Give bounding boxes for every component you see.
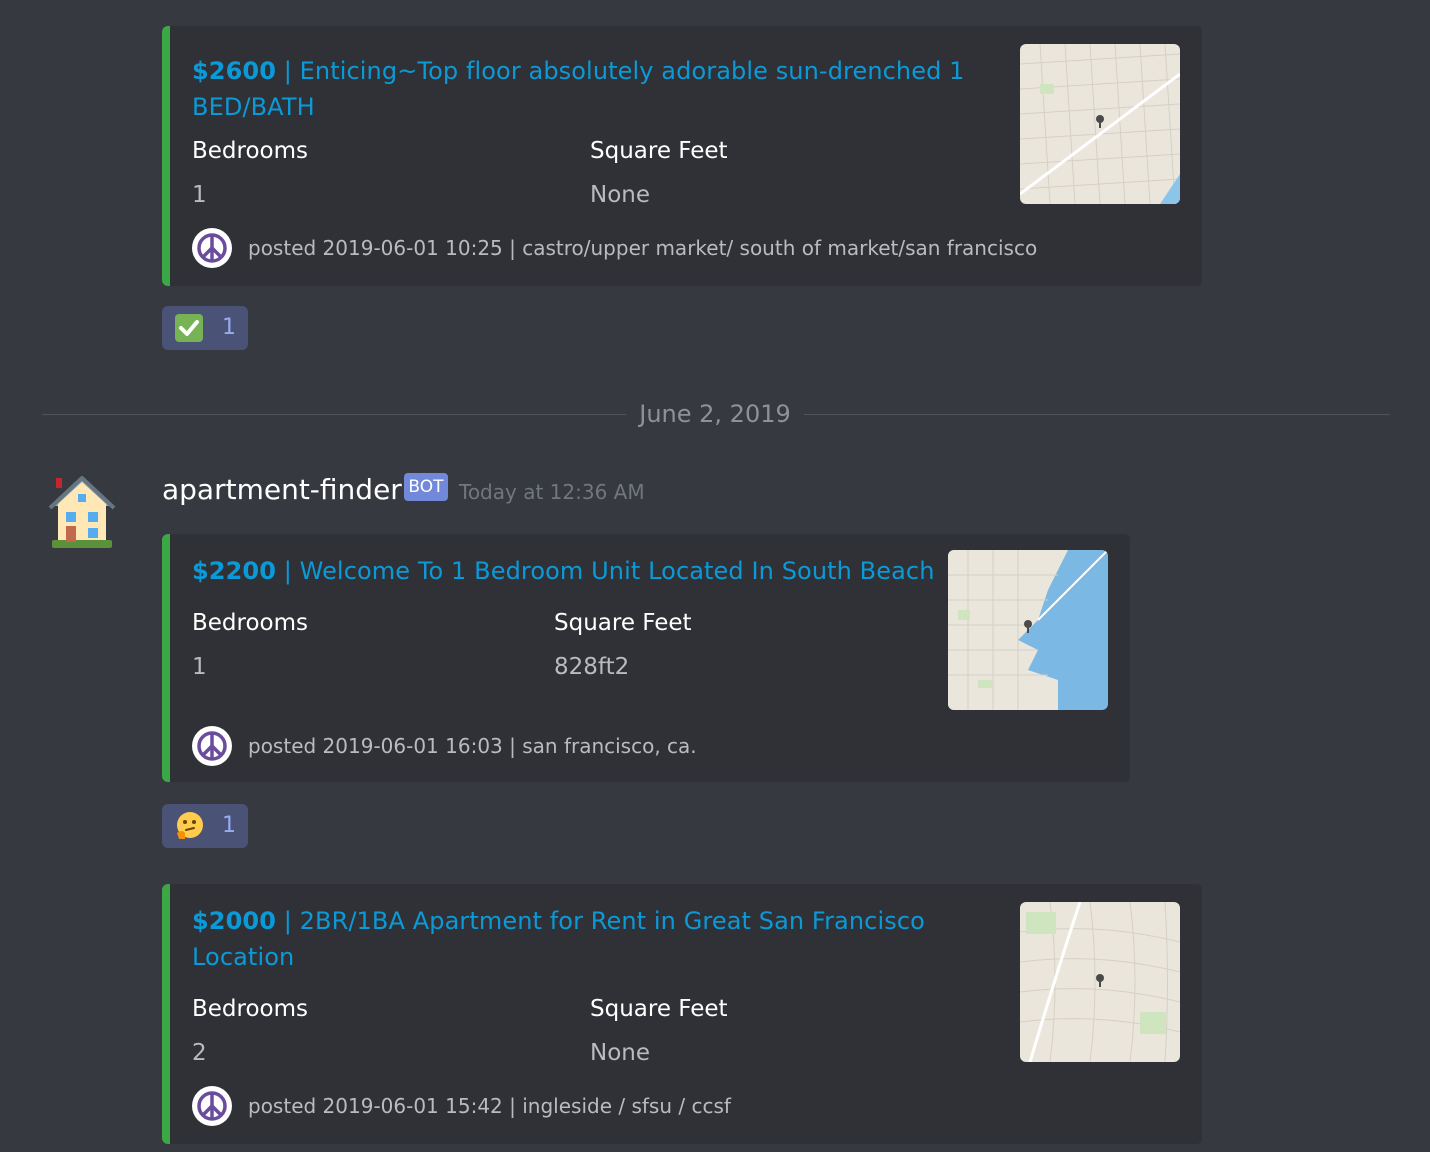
reaction-count: 1 <box>222 315 236 340</box>
listing-title-text[interactable]: | Welcome To 1 Bedroom Unit Located In S… <box>276 557 935 585</box>
bedrooms-value: 1 <box>192 654 207 680</box>
reaction-check[interactable]: 1 <box>162 306 248 350</box>
listing-footer: posted 2019-06-01 16:03 | san francisco,… <box>248 734 697 758</box>
map-thumbnail[interactable] <box>1020 44 1180 204</box>
listing-embed-2: $2200 | Welcome To 1 Bedroom Unit Locate… <box>162 534 1130 782</box>
listing-price[interactable]: $2000 <box>192 907 276 935</box>
sqft-value: None <box>590 1040 651 1066</box>
listing-title-text[interactable]: | 2BR/1BA Apartment for Rent in Great Sa… <box>276 907 925 935</box>
listing-price[interactable]: $2200 <box>192 557 276 585</box>
username[interactable]: apartment-finder <box>162 472 402 508</box>
listing-footer: posted 2019-06-01 10:25 | castro/upper m… <box>248 236 1038 260</box>
listing-price[interactable]: $2600 <box>192 57 276 85</box>
listing-title-link[interactable]: $2000 | 2BR/1BA Apartment for Rent in Gr… <box>192 903 992 975</box>
map-thumbnail[interactable] <box>948 550 1108 710</box>
reaction-count: 1 <box>222 813 236 838</box>
listing-title-text[interactable]: | Enticing~Top floor absolutely adorable… <box>276 57 965 85</box>
bedrooms-label: Bedrooms <box>192 610 309 636</box>
bedrooms-value: 2 <box>192 1040 207 1066</box>
house-icon[interactable] <box>48 470 118 550</box>
bedrooms-label: Bedrooms <box>192 138 309 164</box>
divider-line-right <box>804 414 1390 415</box>
peace-icon <box>192 228 232 268</box>
sqft-label: Square Feet <box>590 996 728 1022</box>
listing-embed-3: $2000 | 2BR/1BA Apartment for Rent in Gr… <box>162 884 1202 1144</box>
listing-footer: posted 2019-06-01 15:42 | ingleside / sf… <box>248 1094 731 1118</box>
date-divider: June 2, 2019 <box>639 400 791 428</box>
listing-embed-1: $2600 | Enticing~Top floor absolutely ad… <box>162 26 1202 286</box>
reaction-thinking[interactable]: 1 <box>162 804 248 848</box>
listing-title-text-line2[interactable]: BED/BATH <box>192 93 315 121</box>
message-timestamp: Today at 12:36 AM <box>459 480 645 504</box>
sqft-label: Square Feet <box>554 610 692 636</box>
sqft-label: Square Feet <box>590 138 728 164</box>
listing-title-link[interactable]: $2200 | Welcome To 1 Bedroom Unit Locate… <box>192 553 952 589</box>
sqft-value: 828ft2 <box>554 654 630 680</box>
map-thumbnail[interactable] <box>1020 902 1180 1062</box>
divider-line-left <box>42 414 626 415</box>
sqft-value: None <box>590 182 651 208</box>
thinking-face-icon <box>174 811 204 841</box>
bedrooms-label: Bedrooms <box>192 996 309 1022</box>
peace-icon <box>192 1086 232 1126</box>
peace-icon <box>192 726 232 766</box>
check-mark-button-icon <box>174 313 204 343</box>
listing-title-link[interactable]: $2600 | Enticing~Top floor absolutely ad… <box>192 53 992 125</box>
bot-tag: BOT <box>404 473 448 501</box>
listing-title-text-line2[interactable]: Location <box>192 943 294 971</box>
bedrooms-value: 1 <box>192 182 207 208</box>
